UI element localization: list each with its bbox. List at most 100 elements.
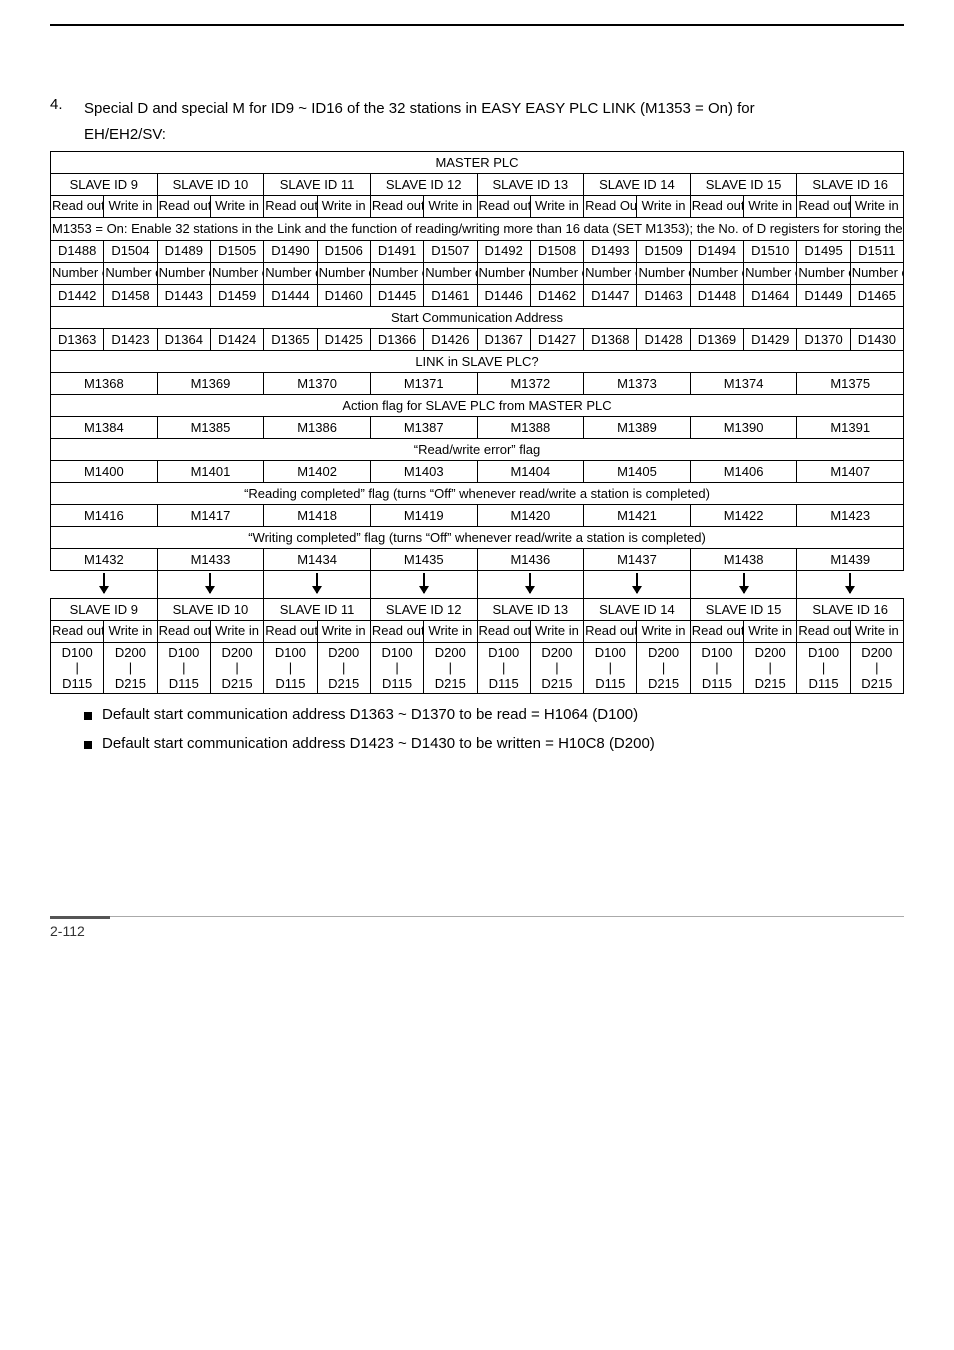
read-out: Read out: [51, 195, 104, 217]
cell: M1386: [264, 416, 371, 438]
cell: D100|D115: [370, 642, 423, 694]
start-comm-address: Start Communication Address: [51, 306, 904, 328]
m1432-row: M1432 M1433 M1434 M1435 M1436 M1437 M143…: [51, 548, 904, 570]
slave-id: SLAVE ID 10: [157, 173, 264, 195]
slave-id: SLAVE ID 12: [370, 173, 477, 195]
slave-id: SLAVE ID 14: [584, 173, 691, 195]
cell: M1406: [690, 460, 797, 482]
cell: Number of data: [264, 262, 317, 284]
cell: M1432: [51, 548, 158, 570]
cell: M1368: [51, 372, 158, 394]
slave-id: SLAVE ID 14: [584, 598, 691, 620]
write-in: Write in: [104, 620, 157, 642]
square-bullet-icon: [84, 712, 92, 720]
cell: D1508: [530, 240, 583, 262]
cell: D200|D215: [210, 642, 263, 694]
cell: D1446: [477, 284, 530, 306]
bullet-2-text: Default start communication address D142…: [102, 735, 655, 752]
number-of-data-row: Number of data Number of data Number of …: [51, 262, 904, 284]
cell: D1430: [850, 328, 903, 350]
cell: D1427: [530, 328, 583, 350]
cell: D1449: [797, 284, 850, 306]
cell: D1447: [584, 284, 637, 306]
cell: D1492: [477, 240, 530, 262]
slave-header-row: SLAVE ID 9 SLAVE ID 10 SLAVE ID 11 SLAVE…: [51, 173, 904, 195]
cell: D1423: [104, 328, 157, 350]
write-in: Write in: [104, 195, 157, 217]
cell: Number of data: [850, 262, 903, 284]
cell: D1428: [637, 328, 690, 350]
arrow-cell: [584, 570, 691, 598]
m1353-note: M1353 = On: Enable 32 stations in the Li…: [51, 217, 904, 240]
cell: D1506: [317, 240, 370, 262]
down-arrow-icon: [743, 573, 745, 593]
cell: D1429: [744, 328, 797, 350]
cell: M1372: [477, 372, 584, 394]
arrow-cell: [264, 570, 371, 598]
down-arrow-icon: [529, 573, 531, 593]
cell: Number of data: [210, 262, 263, 284]
read-out: Read out: [477, 195, 530, 217]
action-flag: Action flag for SLAVE PLC from MASTER PL…: [51, 394, 904, 416]
read-out: Read out: [797, 620, 850, 642]
master-plc-header: MASTER PLC: [51, 151, 904, 173]
cell: Number of data: [370, 262, 423, 284]
down-arrow-icon: [316, 573, 318, 593]
cell: D1509: [637, 240, 690, 262]
cell: Number of data: [584, 262, 637, 284]
read-out: Read out: [370, 195, 423, 217]
cell: M1439: [797, 548, 904, 570]
cell: D1364: [157, 328, 210, 350]
cell: D1367: [477, 328, 530, 350]
read-out: Read out: [584, 620, 637, 642]
writing-completed: “Writing completed” flag (turns “Off” wh…: [51, 526, 904, 548]
reading-completed: “Reading completed” flag (turns “Off” wh…: [51, 482, 904, 504]
master-row: MASTER PLC: [51, 151, 904, 173]
cell: M1434: [264, 548, 371, 570]
cell: M1417: [157, 504, 264, 526]
cell: D200|D215: [530, 642, 583, 694]
slave-id: SLAVE ID 13: [477, 598, 584, 620]
write-completed-row: “Writing completed” flag (turns “Off” wh…: [51, 526, 904, 548]
cell: Number of data: [157, 262, 210, 284]
cell: Number of data: [797, 262, 850, 284]
down-arrow-icon: [849, 573, 851, 593]
heading-subtext: EH/EH2/SV:: [84, 126, 904, 143]
slave-id: SLAVE ID 11: [264, 598, 371, 620]
cell: D1465: [850, 284, 903, 306]
cell: D1370: [797, 328, 850, 350]
cell: D1511: [850, 240, 903, 262]
cell: M1387: [370, 416, 477, 438]
cell: D1366: [370, 328, 423, 350]
arrow-cell: [477, 570, 584, 598]
cell: D1495: [797, 240, 850, 262]
slave-id: SLAVE ID 16: [797, 598, 904, 620]
read-out: Read Out: [584, 195, 637, 217]
slave-id: SLAVE ID 9: [51, 173, 158, 195]
read-out: Read out: [264, 195, 317, 217]
cell: D1504: [104, 240, 157, 262]
rw-header-row-2: Read out Write in Read out Write in Read…: [51, 620, 904, 642]
cell: D100|D115: [157, 642, 210, 694]
cell: M1419: [370, 504, 477, 526]
cell: D1459: [210, 284, 263, 306]
cell: D1365: [264, 328, 317, 350]
rw-header-row-1: Read out Write in Read out Write in Read…: [51, 195, 904, 217]
cell: M1384: [51, 416, 158, 438]
cell: D1464: [744, 284, 797, 306]
rw-error-row: “Read/write error” flag: [51, 438, 904, 460]
cell: M1400: [51, 460, 158, 482]
page-footer: 2-112: [50, 916, 904, 939]
arrow-cell: [51, 570, 158, 598]
down-arrow-icon: [423, 573, 425, 593]
read-out: Read out: [157, 620, 210, 642]
slave-id: SLAVE ID 16: [797, 173, 904, 195]
cell: D1426: [424, 328, 477, 350]
cell: D100|D115: [690, 642, 743, 694]
cell: D1458: [104, 284, 157, 306]
arrow-cell: [690, 570, 797, 598]
write-in: Write in: [637, 620, 690, 642]
cell: D1363: [51, 328, 104, 350]
cell: M1420: [477, 504, 584, 526]
cell: M1416: [51, 504, 158, 526]
